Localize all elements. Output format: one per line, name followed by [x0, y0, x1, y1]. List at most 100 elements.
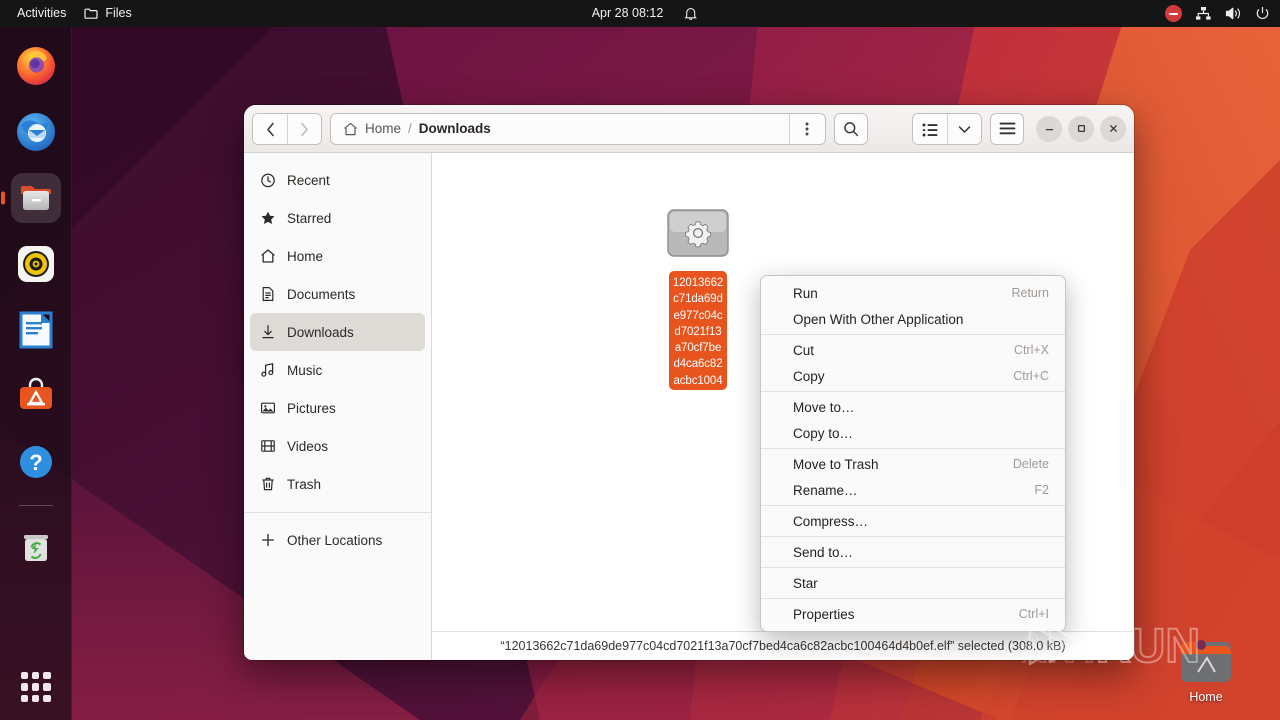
volume-icon[interactable] — [1225, 6, 1242, 21]
sidebar-item-pictures[interactable]: Pictures — [250, 389, 425, 427]
thunderbird-icon — [16, 113, 55, 151]
back-button[interactable] — [253, 113, 287, 144]
help-icon: ? — [19, 446, 52, 478]
sidebar-item-documents[interactable]: Documents — [250, 275, 425, 313]
rhythmbox-icon — [17, 246, 54, 282]
chevron-down-icon — [958, 126, 971, 133]
breadcrumb-home[interactable]: Home — [365, 121, 401, 136]
menu-item-move-to-trash[interactable]: Move to Trash Delete — [761, 451, 1065, 477]
breadcrumb-separator: / — [408, 121, 412, 136]
menu-item-rename[interactable]: Rename… F2 — [761, 477, 1065, 503]
sidebar-item-other-locations[interactable]: Other Locations — [250, 521, 425, 559]
sidebar-item-label: Trash — [287, 476, 322, 492]
sidebar-item-recent[interactable]: Recent — [250, 161, 425, 199]
app-menu-files[interactable]: Files — [75, 4, 140, 23]
home-folder-icon — [1181, 640, 1231, 682]
window-controls — [1036, 115, 1126, 142]
do-not-disturb-icon[interactable] — [1165, 5, 1182, 22]
menu-item-compress[interactable]: Compress… — [761, 508, 1065, 534]
show-applications-button[interactable] — [19, 670, 53, 704]
plus-icon — [259, 532, 276, 549]
app-menu-label: Files — [105, 6, 132, 21]
dock-item-libreoffice-writer[interactable] — [11, 305, 61, 355]
main-menu-button[interactable] — [990, 112, 1024, 145]
menu-item-label: Copy — [793, 368, 825, 384]
menu-item-label: Open With Other Application — [793, 311, 964, 327]
dock-item-thunderbird[interactable] — [11, 107, 61, 157]
dock-item-firefox[interactable] — [11, 41, 61, 91]
grid-dot — [31, 694, 40, 702]
chevron-right-icon — [301, 122, 308, 137]
dock-item-help[interactable]: ? — [11, 437, 61, 487]
menu-item-label: Cut — [793, 342, 815, 358]
menu-item-copy[interactable]: Copy Ctrl+C — [761, 363, 1065, 389]
menu-item-send-to[interactable]: Send to… — [761, 539, 1065, 565]
trash-icon — [259, 476, 276, 493]
status-bar: “12013662c71da69de977c04cd7021f13a70cf7b… — [432, 631, 1134, 660]
menu-item-accel: Delete — [1012, 457, 1049, 471]
menu-item-copy-to[interactable]: Copy to… — [761, 420, 1065, 446]
status-bar-text: “12013662c71da69de977c04cd7021f13a70cf7b… — [500, 639, 1066, 653]
menu-item-label: Send to… — [793, 544, 854, 560]
power-icon[interactable] — [1255, 6, 1270, 21]
activities-button[interactable]: Activities — [8, 4, 75, 23]
sidebar-item-music[interactable]: Music — [250, 351, 425, 389]
list-view-button[interactable] — [913, 113, 947, 144]
maximize-button[interactable] — [1068, 115, 1094, 142]
folder-icon — [84, 7, 98, 20]
clock-icon — [259, 172, 276, 189]
clock-button[interactable]: Apr 28 08:12 — [583, 4, 673, 23]
menu-separator — [761, 334, 1065, 335]
menu-separator — [761, 505, 1065, 506]
sidebar-divider — [244, 512, 431, 513]
menu-item-cut[interactable]: Cut Ctrl+X — [761, 337, 1065, 363]
sidebar-item-label: Starred — [287, 210, 332, 226]
menu-item-accel: Ctrl+X — [1013, 343, 1049, 357]
menu-item-run[interactable]: Run Return — [761, 280, 1065, 306]
menu-item-properties[interactable]: Properties Ctrl+I — [761, 601, 1065, 627]
path-options-button[interactable] — [789, 113, 823, 144]
sidebar-item-label: Other Locations — [287, 532, 383, 548]
sidebar-item-trash[interactable]: Trash — [250, 465, 425, 503]
grid-dot — [43, 672, 51, 680]
breadcrumb-current[interactable]: Downloads — [419, 121, 491, 136]
menu-item-move-to[interactable]: Move to… — [761, 394, 1065, 420]
menu-item-label: Copy to… — [793, 425, 854, 441]
sidebar-item-starred[interactable]: Starred — [250, 199, 425, 237]
dock-item-rhythmbox[interactable] — [11, 239, 61, 289]
menu-item-label: Rename… — [793, 482, 858, 498]
file-item[interactable]: 12013662c71da69de977c04cd7021f13a70cf7be… — [660, 209, 736, 390]
menu-separator — [761, 448, 1065, 449]
sidebar-item-label: Videos — [287, 438, 329, 454]
network-icon[interactable] — [1195, 6, 1212, 21]
minimize-button[interactable] — [1036, 115, 1062, 142]
close-button[interactable] — [1100, 115, 1126, 142]
desktop-screen: Activities Files Apr 28 08:12 ? Home Hom… — [0, 0, 1280, 720]
search-icon — [844, 121, 859, 136]
music-note-icon — [259, 362, 276, 379]
nav-button-group — [252, 112, 322, 145]
executable-gear-icon — [667, 209, 729, 257]
sidebar-item-label: Recent — [287, 172, 330, 188]
sidebar-item-label: Home — [287, 248, 324, 264]
grid-dot — [43, 694, 51, 702]
forward-button[interactable] — [287, 113, 321, 144]
menu-item-open-with-other-application[interactable]: Open With Other Application — [761, 306, 1065, 332]
path-bar: Home / Downloads — [330, 112, 826, 145]
sidebar-item-videos[interactable]: Videos — [250, 427, 425, 465]
menu-item-accel: Return — [1011, 286, 1049, 300]
dock-item-trash[interactable] — [11, 522, 61, 572]
grid-dot — [43, 683, 51, 691]
bell-icon[interactable] — [683, 6, 697, 21]
menu-item-star[interactable]: Star — [761, 570, 1065, 596]
sidebar-item-home[interactable]: Home — [250, 237, 425, 275]
main-menu-icon — [999, 122, 1015, 135]
view-options-button[interactable] — [947, 113, 981, 144]
libreoffice-writer-icon — [19, 311, 52, 349]
dock-item-ubuntu-software[interactable] — [11, 371, 61, 421]
sidebar-item-downloads[interactable]: Downloads — [250, 313, 425, 351]
menu-item-accel: Ctrl+I — [1018, 607, 1049, 621]
dock-item-files[interactable] — [10, 173, 61, 223]
search-button[interactable] — [834, 112, 868, 145]
desktop-icon-home[interactable]: Home — [1158, 636, 1254, 704]
